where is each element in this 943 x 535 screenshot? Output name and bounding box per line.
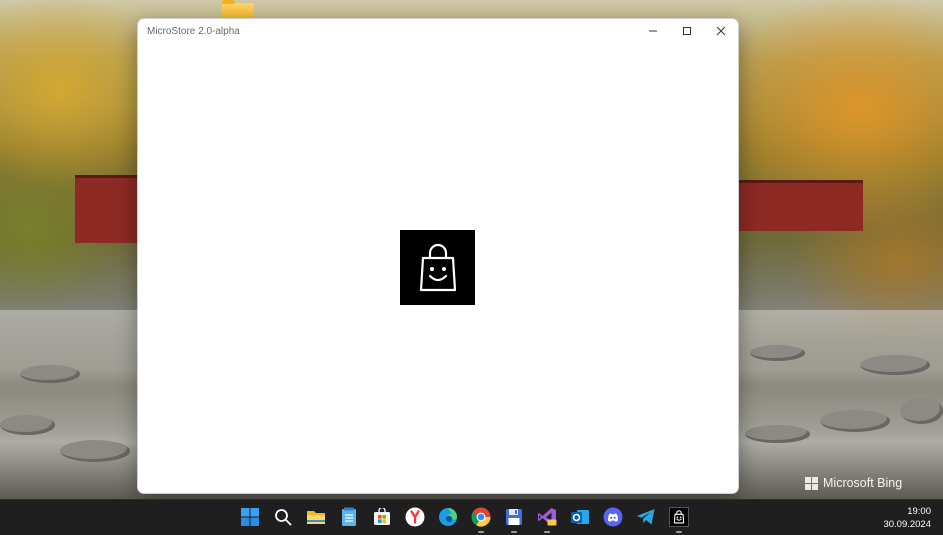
floppy-disk-icon bbox=[506, 509, 522, 525]
taskbar-microsoft-store[interactable] bbox=[371, 506, 393, 528]
taskbar-save-app[interactable] bbox=[503, 506, 525, 533]
microstore-window[interactable]: MicroStore 2.0-alpha bbox=[137, 18, 739, 494]
shopping-bag-smile-icon bbox=[673, 510, 685, 524]
wallpaper-rock bbox=[0, 415, 55, 435]
taskbar-clock[interactable]: 19:00 30.09.2024 bbox=[883, 505, 931, 531]
window-titlebar[interactable]: MicroStore 2.0-alpha bbox=[138, 19, 738, 43]
maximize-button[interactable] bbox=[670, 19, 704, 43]
taskbar-visual-studio-preview[interactable] bbox=[536, 506, 558, 533]
desktop-folder-icon[interactable] bbox=[222, 0, 254, 18]
taskbar: 19:00 30.09.2024 bbox=[0, 499, 943, 535]
wallpaper-barn-right bbox=[738, 180, 863, 231]
taskbar-telegram[interactable] bbox=[635, 506, 657, 528]
maximize-icon bbox=[683, 27, 691, 35]
window-title: MicroStore 2.0-alpha bbox=[147, 25, 240, 37]
wallpaper-rock bbox=[820, 410, 890, 432]
windows-start-icon bbox=[241, 508, 259, 526]
taskbar-notepad[interactable] bbox=[338, 506, 360, 528]
wallpaper-rock bbox=[860, 355, 930, 375]
taskbar-file-explorer[interactable] bbox=[305, 506, 327, 528]
taskbar-outlook[interactable] bbox=[569, 506, 591, 528]
search-icon bbox=[275, 509, 292, 526]
taskbar-chrome[interactable] bbox=[470, 506, 492, 533]
watermark-text: Microsoft Bing bbox=[823, 476, 903, 490]
folder-icon bbox=[307, 511, 325, 524]
taskbar-edge[interactable] bbox=[437, 506, 459, 528]
clock-date: 30.09.2024 bbox=[883, 519, 931, 530]
running-indicator bbox=[676, 531, 682, 533]
yandex-icon bbox=[405, 507, 425, 527]
running-indicator bbox=[478, 531, 484, 533]
splash-logo bbox=[400, 230, 475, 305]
microstore-taskbar-tile bbox=[669, 507, 689, 527]
edge-icon bbox=[439, 508, 457, 526]
minimize-icon bbox=[649, 30, 657, 32]
wallpaper-rock bbox=[20, 365, 80, 383]
wallpaper-rock bbox=[745, 425, 810, 443]
telegram-icon bbox=[637, 509, 655, 525]
taskbar-search-button[interactable] bbox=[272, 506, 294, 528]
wallpaper-barn-left bbox=[75, 175, 137, 243]
shopping-bag-smile-icon bbox=[419, 243, 456, 291]
bing-watermark: Microsoft Bing bbox=[805, 476, 902, 490]
close-button[interactable] bbox=[704, 19, 738, 43]
wallpaper-rock bbox=[60, 440, 130, 462]
notepad-icon bbox=[342, 507, 356, 526]
visual-studio-icon bbox=[538, 508, 557, 526]
discord-icon bbox=[603, 507, 623, 527]
minimize-button[interactable] bbox=[636, 19, 670, 43]
wallpaper-rock bbox=[900, 398, 943, 424]
running-indicator bbox=[544, 531, 550, 533]
wallpaper-rock bbox=[750, 345, 805, 361]
taskbar-microstore[interactable] bbox=[668, 506, 690, 533]
clock-time: 19:00 bbox=[907, 506, 931, 517]
taskbar-start-button[interactable] bbox=[239, 506, 261, 528]
close-icon bbox=[716, 26, 726, 36]
store-icon bbox=[374, 508, 390, 525]
running-indicator bbox=[511, 531, 517, 533]
taskbar-yandex-browser[interactable] bbox=[404, 506, 426, 528]
chrome-icon bbox=[471, 507, 491, 527]
microsoft-logo-icon bbox=[805, 476, 818, 490]
outlook-icon bbox=[571, 510, 589, 524]
taskbar-discord[interactable] bbox=[602, 506, 624, 528]
caption-buttons bbox=[636, 19, 738, 43]
